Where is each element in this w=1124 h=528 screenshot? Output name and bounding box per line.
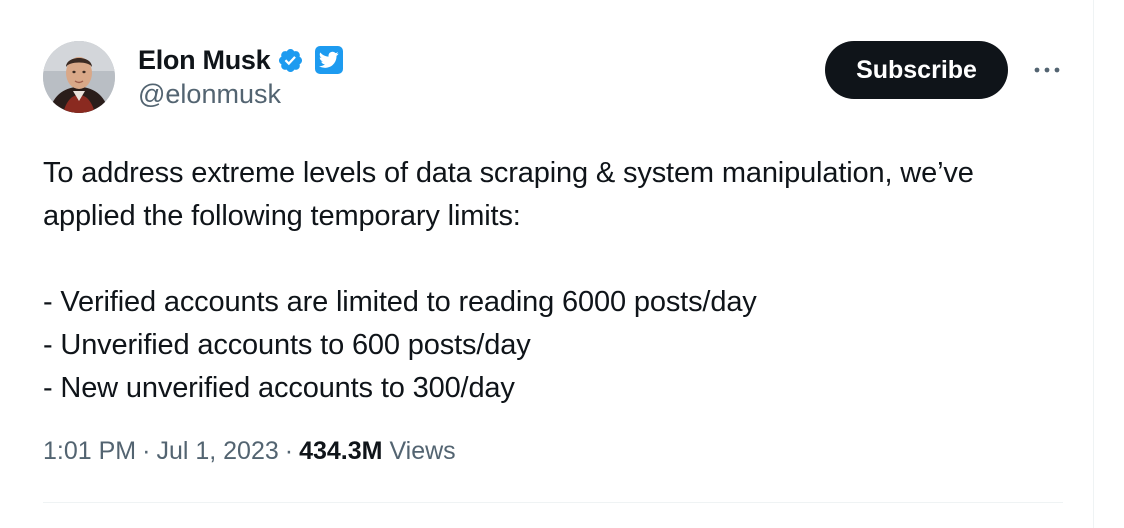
more-options-icon[interactable]	[1027, 56, 1067, 84]
tweet-text-line: - New unverified accounts to 300/day	[43, 372, 515, 404]
author-display-name[interactable]: Elon Musk	[138, 45, 271, 76]
views-label: Views	[389, 437, 456, 465]
tweet-text: To address extreme levels of data scrapi…	[43, 152, 1083, 410]
tweet-card: Elon Musk @elonmusk Subscribe To address…	[0, 0, 1094, 528]
subscribe-button[interactable]: Subscribe	[825, 41, 1008, 99]
views-count[interactable]: 434.3M	[299, 437, 382, 465]
tweet-text-line: - Unverified accounts to 600 posts/day	[43, 329, 531, 361]
tweet-text-line: - Verified accounts are limited to readi…	[43, 286, 757, 318]
meta-separator: ·	[284, 437, 294, 465]
tweet-meta: 1:01 PM · Jul 1, 2023 · 434.3M Views	[43, 437, 456, 466]
meta-separator: ·	[142, 437, 151, 465]
tweet-text-line: applied the following temporary limits:	[43, 200, 521, 232]
twitter-bird-icon[interactable]	[315, 46, 344, 74]
tweet-date[interactable]: Jul 1, 2023	[156, 437, 278, 465]
verified-badge-icon[interactable]	[277, 47, 304, 74]
tweet-time[interactable]: 1:01 PM	[43, 437, 136, 465]
author-handle[interactable]: @elonmusk	[138, 79, 281, 110]
author-avatar[interactable]	[43, 41, 115, 113]
author-name-row: Elon Musk	[138, 43, 344, 77]
tweet-text-line: To address extreme levels of data scrapi…	[43, 157, 974, 189]
avatar-photo-icon	[43, 41, 115, 113]
divider	[43, 502, 1063, 503]
